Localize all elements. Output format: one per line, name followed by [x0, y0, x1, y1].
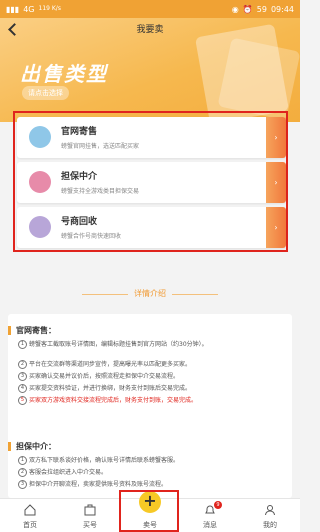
option-official-consignment[interactable]: 官网寄售 螃蟹官网挂售，选送匹配买家 › — [17, 117, 286, 158]
step-item: 2 客服会拉组织进入中介交易。 — [18, 468, 286, 477]
user-icon — [265, 505, 275, 516]
step-item: 5 买家双方游戏资料交接流程完成后，财务支付到账，交易完成。 — [18, 396, 286, 405]
option-desc: 螃蟹合作号商快速回收 — [61, 233, 122, 240]
option-dealer-buyback[interactable]: 号商回收 螃蟹合作号商快速回收 › — [17, 207, 286, 248]
home-icon — [24, 504, 36, 516]
section-title: 担保中介： — [16, 442, 56, 451]
detail-heading: 详情介绍 — [134, 289, 166, 298]
detail-card: 官网寄售： 1 螃蟹客工截取账号详情图，编辑标题挂售到官方网站（约30分钟）。 2… — [8, 314, 292, 498]
tab-profile[interactable]: 我的 — [240, 499, 300, 532]
alarm-icon: ⏰ — [242, 4, 253, 14]
chevron-right-icon[interactable]: › — [266, 117, 286, 158]
step-item: 2 平台在交流群等渠道同步宣传，提高曝光率以匹配更多买家。 — [18, 360, 286, 369]
status-bar: ▮▮▮ 4G 119 K/s ◉ ⏰ 59 09:44 — [0, 0, 300, 18]
tab-buy[interactable]: 买号 — [60, 499, 120, 532]
clock: 09:44 — [270, 4, 294, 14]
step-item: 1 双方私下联系谈好价格，确认账号详情后联系螃蟹客服。 — [18, 456, 286, 465]
option-desc: 螃蟹官网挂售，选送匹配买家 — [61, 143, 140, 150]
tab-label: 首页 — [23, 521, 37, 529]
network-speed: 119 K/s — [38, 5, 61, 12]
option-desc: 螃蟹支持全游戏类目担保交易 — [61, 188, 140, 195]
eye-icon: ◉ — [231, 4, 239, 14]
chevron-right-icon[interactable]: › — [266, 207, 286, 248]
option-name: 官网寄售 — [61, 127, 98, 137]
section-title: 官网寄售： — [16, 326, 56, 335]
section-accent — [8, 442, 11, 451]
step-item: 3 买家确认交易并议价后，按照流程走担保中介交易流程。 — [18, 372, 286, 381]
tab-label: 消息 — [203, 521, 217, 529]
sell-options-group: 官网寄售 螃蟹官网挂售，选送匹配买家 › 担保中介 螃蟹支持全游戏类目担保交易 … — [13, 111, 288, 252]
handshake-icon — [29, 171, 51, 193]
tab-label: 我的 — [263, 521, 277, 529]
step-item: 3 担保中介开聊流程，卖家提供账号资料及账号流程。 — [18, 480, 286, 489]
chevron-right-icon[interactable]: › — [266, 162, 286, 203]
option-name: 担保中介 — [61, 172, 98, 182]
carrier-label: 4G — [23, 4, 35, 14]
section-accent — [8, 326, 11, 335]
sell-tab-highlight — [119, 490, 179, 532]
recycle-icon — [29, 216, 51, 238]
hero-tag[interactable]: 请点击选择 — [22, 86, 69, 100]
step-item: 4 买家提交资料验证，并进行换绑，财务支付到账后交易完成。 — [18, 384, 286, 393]
tab-label: 买号 — [83, 521, 97, 529]
buy-icon — [84, 504, 96, 516]
battery-level: 59 — [256, 4, 267, 14]
hero-document-illustration — [217, 37, 300, 121]
hero-title: 出售类型 — [20, 62, 108, 86]
tab-messages[interactable]: 9 消息 — [180, 499, 240, 532]
signal-icon: ▮▮▮ — [6, 4, 20, 14]
message-badge: 9 — [214, 501, 222, 509]
step-item: 1 螃蟹客工截取账号详情图，编辑标题挂售到官方网站（约30分钟）。 — [18, 340, 286, 349]
page-title: 我要卖 — [136, 25, 164, 35]
option-escrow[interactable]: 担保中介 螃蟹支持全游戏类目担保交易 › — [17, 162, 286, 203]
cloud-icon — [29, 126, 51, 148]
option-name: 号商回收 — [61, 217, 98, 227]
divider — [172, 294, 218, 295]
tab-home[interactable]: 首页 — [0, 499, 60, 532]
